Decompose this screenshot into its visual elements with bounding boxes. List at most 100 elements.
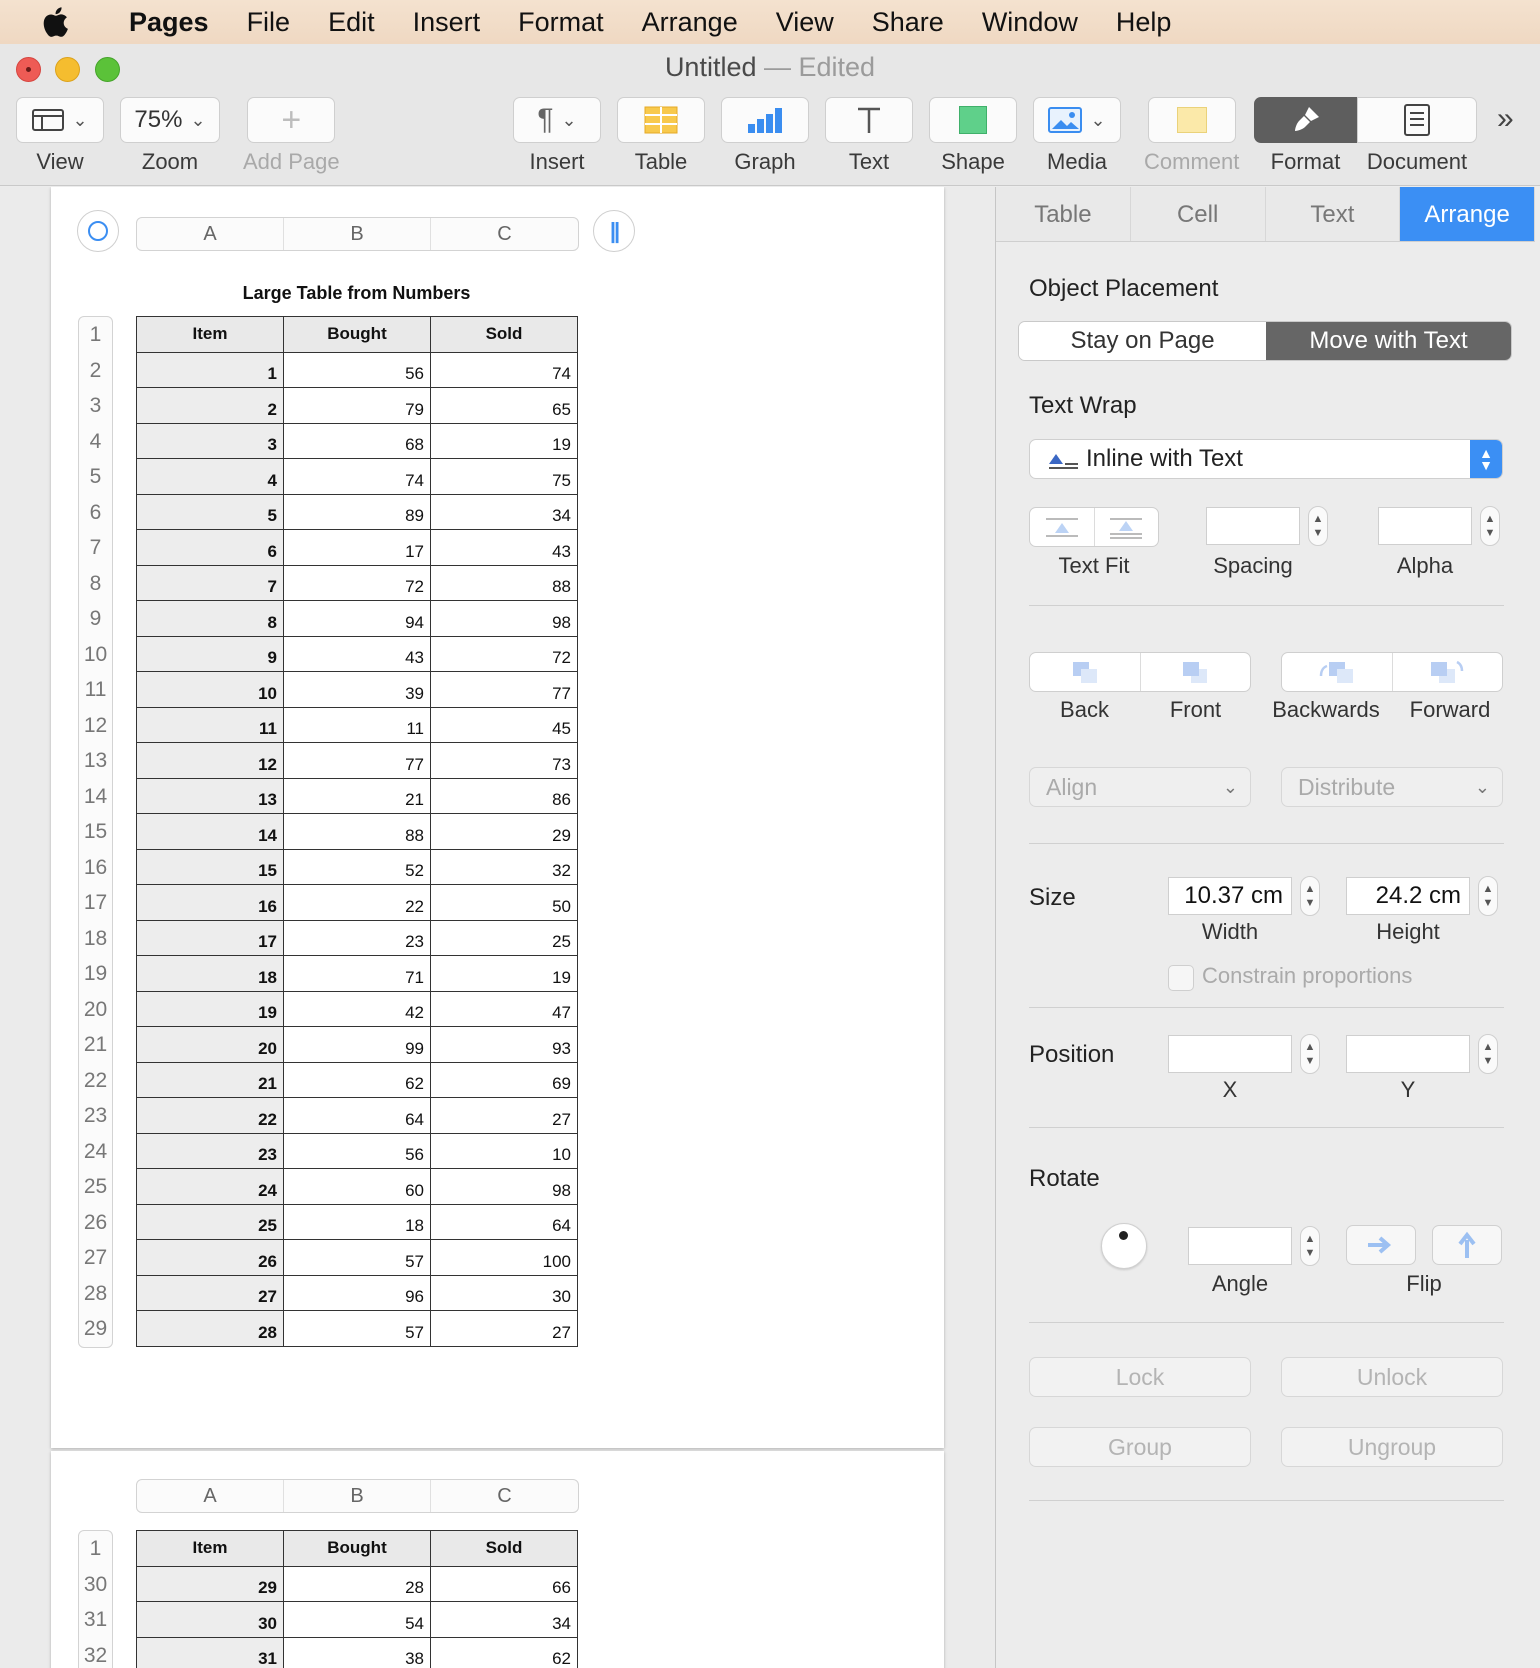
row-number[interactable]: 6 (79, 495, 112, 531)
text-fit-frame-button[interactable] (1095, 508, 1159, 546)
cell-sold[interactable]: 98 (430, 1168, 578, 1205)
cell-sold[interactable]: 34 (430, 493, 578, 530)
table-button[interactable] (617, 97, 705, 143)
zoom-popup[interactable]: 75% ⌄ (120, 97, 220, 143)
lock-button[interactable]: Lock (1029, 1357, 1251, 1397)
row-number[interactable]: 5 (79, 459, 112, 495)
add-page-button[interactable]: + (247, 97, 336, 143)
column-header-bar[interactable]: A B C (136, 217, 579, 251)
header-sold[interactable]: Sold (430, 1530, 578, 1567)
column-header-b[interactable]: B (284, 1480, 431, 1512)
column-header-a[interactable]: A (137, 218, 284, 250)
shape-button[interactable] (929, 97, 1017, 143)
cell-sold[interactable]: 69 (430, 1061, 578, 1098)
row-header-bar[interactable]: 1 2 3 4 5 6 7 8 9 10 11 12 13 14 15 16 17 18 19 20 21 22 23 24 2… (78, 316, 113, 1348)
row-number[interactable]: 2 (79, 353, 112, 389)
add-column-handle[interactable]: || (593, 210, 635, 252)
row-header-bar-page-2[interactable]: 1 30 31 32 (78, 1530, 113, 1668)
cell-item[interactable]: 24 (136, 1168, 284, 1205)
row-number[interactable]: 14 (79, 779, 112, 815)
comment-control[interactable]: Comment (1144, 97, 1239, 175)
toolbar-overflow-icon[interactable]: » (1497, 102, 1514, 136)
position-x-stepper[interactable]: ▲ ▼ (1300, 1034, 1320, 1074)
row-number[interactable]: 10 (79, 637, 112, 673)
cell-item[interactable]: 30 (136, 1601, 284, 1638)
cell-bought[interactable]: 56 (283, 1132, 431, 1169)
back-front-buttons[interactable] (1029, 652, 1251, 692)
cell-sold[interactable]: 27 (430, 1310, 578, 1347)
cell-bought[interactable]: 74 (283, 458, 431, 495)
backwards-forward-buttons[interactable] (1281, 652, 1503, 692)
ungroup-button[interactable]: Ungroup (1281, 1427, 1503, 1467)
tab-table[interactable]: Table (996, 187, 1131, 241)
cell-sold[interactable]: 65 (430, 387, 578, 424)
menu-share[interactable]: Share (853, 7, 963, 38)
menu-edit[interactable]: Edit (309, 7, 394, 38)
cell-sold[interactable]: 64 (430, 1203, 578, 1240)
distribute-dropdown[interactable]: Distribute ⌄ (1281, 767, 1503, 807)
cell-sold[interactable]: 75 (430, 458, 578, 495)
data-table-page-2[interactable]: Item Bought Sold 29 28 66 30 54 34 31 38 62 (136, 1530, 578, 1668)
text-button[interactable] (825, 97, 913, 143)
cell-sold[interactable]: 45 (430, 706, 578, 743)
row-number[interactable]: 17 (79, 885, 112, 921)
page-1[interactable]: A B C || 1 2 3 4 5 6 7 8 9 10 11 12 13 14 15 16 17 18 19 20… (51, 187, 944, 1448)
menu-app-pages[interactable]: Pages (110, 7, 228, 38)
zoom-control[interactable]: 75% ⌄ Zoom (120, 97, 220, 175)
row-number[interactable]: 30 (79, 1567, 112, 1603)
cell-bought[interactable]: 62 (283, 1061, 431, 1098)
header-item[interactable]: Item (136, 316, 284, 353)
cell-item[interactable]: 29 (136, 1565, 284, 1602)
position-y-field[interactable] (1346, 1035, 1470, 1073)
cell-bought[interactable]: 77 (283, 742, 431, 779)
cell-bought[interactable]: 57 (283, 1239, 431, 1276)
stay-on-page-option[interactable]: Stay on Page (1019, 322, 1266, 360)
spacing-field[interactable] (1206, 507, 1300, 545)
cell-sold[interactable]: 43 (430, 529, 578, 566)
rotation-dial[interactable] (1101, 1223, 1147, 1269)
cell-bought[interactable]: 39 (283, 671, 431, 708)
format-button[interactable] (1254, 97, 1357, 143)
cell-bought[interactable]: 60 (283, 1168, 431, 1205)
cell-bought[interactable]: 17 (283, 529, 431, 566)
cell-bought[interactable]: 64 (283, 1097, 431, 1134)
position-x-field[interactable] (1168, 1035, 1292, 1073)
row-number[interactable]: 7 (79, 530, 112, 566)
spacing-stepper[interactable]: ▲ ▼ (1308, 506, 1328, 546)
cell-item[interactable]: 12 (136, 742, 284, 779)
cell-item[interactable]: 21 (136, 1061, 284, 1098)
cell-item[interactable]: 6 (136, 529, 284, 566)
header-bought[interactable]: Bought (283, 316, 431, 353)
tab-arrange[interactable]: Arrange (1400, 187, 1535, 241)
cell-bought[interactable]: 38 (283, 1636, 431, 1668)
cell-bought[interactable]: 43 (283, 635, 431, 672)
cell-item[interactable]: 28 (136, 1310, 284, 1347)
cell-item[interactable]: 19 (136, 990, 284, 1027)
cell-sold[interactable]: 19 (430, 422, 578, 459)
width-stepper[interactable]: ▲ ▼ (1300, 876, 1320, 916)
cell-sold[interactable]: 19 (430, 955, 578, 992)
cell-item[interactable]: 8 (136, 600, 284, 637)
cell-sold[interactable]: 98 (430, 600, 578, 637)
menu-help[interactable]: Help (1097, 7, 1191, 38)
cell-item[interactable]: 22 (136, 1097, 284, 1134)
cell-sold[interactable]: 10 (430, 1132, 578, 1169)
cell-bought[interactable]: 72 (283, 564, 431, 601)
data-table[interactable]: Item Bought Sold 1 56 74 2 79 65 3 68 19 4 74 75 5 89… (136, 316, 578, 1347)
row-number[interactable]: 26 (79, 1205, 112, 1241)
row-number[interactable]: 15 (79, 814, 112, 850)
header-sold[interactable]: Sold (430, 316, 578, 353)
cell-sold[interactable]: 47 (430, 990, 578, 1027)
cell-bought[interactable]: 94 (283, 600, 431, 637)
row-number[interactable]: 20 (79, 992, 112, 1028)
cell-sold[interactable]: 86 (430, 777, 578, 814)
cell-bought[interactable]: 71 (283, 955, 431, 992)
column-header-b[interactable]: B (284, 218, 431, 250)
send-backward-button[interactable] (1282, 653, 1393, 691)
media-button[interactable]: ⌄ (1033, 97, 1121, 143)
cell-item[interactable]: 1 (136, 351, 284, 388)
tab-cell[interactable]: Cell (1130, 187, 1266, 241)
cell-item[interactable]: 10 (136, 671, 284, 708)
cell-item[interactable]: 31 (136, 1636, 284, 1668)
cell-bought[interactable]: 68 (283, 422, 431, 459)
